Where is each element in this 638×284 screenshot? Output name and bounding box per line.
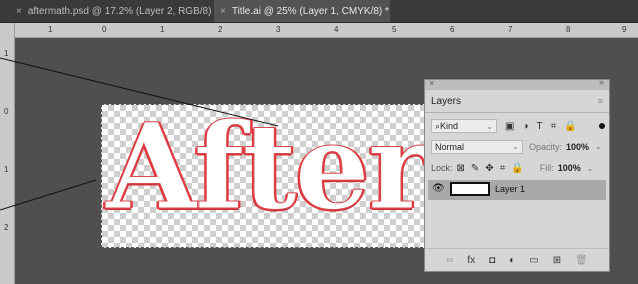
blend-mode-select[interactable]: Normal ⌄ — [431, 139, 523, 154]
lock-position-icon[interactable]: ✥ — [485, 163, 493, 174]
lock-all-icon[interactable]: 🔒 — [511, 163, 523, 174]
photoshop-window: × aftermath.psd @ 17.2% (Layer 2, RGB/8)… — [0, 0, 638, 284]
layer-row[interactable]: 👁 Layer 1 — [428, 180, 606, 200]
new-group-icon[interactable]: ▭ — [529, 255, 538, 266]
layer-thumbnail — [450, 182, 490, 196]
filter-toggle-switch[interactable] — [599, 123, 605, 129]
trash-icon[interactable]: 🗑 — [575, 255, 588, 266]
panel-bottom-toolbar: ∞ fx ◘ ◐ ▭ ⊞ 🗑 — [425, 248, 609, 271]
filter-kind-label: Kind — [440, 121, 459, 131]
fx-icon[interactable]: fx — [467, 255, 475, 266]
lock-artboard-icon[interactable]: ⌗ — [500, 163, 506, 174]
link-layers-icon[interactable]: ∞ — [446, 255, 453, 266]
lock-image-pixels-icon[interactable]: ✎ — [471, 163, 479, 174]
lock-transparent-pixels-icon[interactable]: ⊠ — [457, 163, 465, 174]
shape-layer-filter-icon[interactable]: ⌗ — [551, 121, 557, 132]
lock-fill-row: Lock: ⊠ ✎ ✥ ⌗ 🔒 Fill: 100% ⌄ — [431, 161, 605, 175]
adjustment-layer-icon[interactable]: ◐ — [509, 255, 515, 266]
panel-tab-row: Layers ≡ — [425, 90, 609, 113]
panel-titlebar[interactable]: × » — [425, 77, 609, 90]
opacity-label: Opacity: — [529, 141, 563, 152]
eye-icon[interactable]: 👁 — [432, 183, 445, 194]
tab-layers[interactable]: Layers — [431, 96, 461, 107]
type-layer-filter-icon[interactable]: T — [537, 121, 543, 132]
add-mask-icon[interactable]: ◘ — [489, 255, 495, 266]
layer-name[interactable]: Layer 1 — [495, 184, 525, 194]
blend-mode-value: Normal — [435, 141, 465, 152]
close-icon[interactable]: × — [429, 78, 434, 88]
callout-line-transparency — [0, 57, 279, 127]
new-layer-icon[interactable]: ⊞ — [553, 255, 561, 266]
pixel-layer-filter-icon[interactable]: ▣ — [505, 121, 514, 132]
lock-label: Lock: — [431, 163, 453, 173]
fill-label: Fill: — [539, 163, 554, 173]
layer-filter-row: ⌕ Kind ⌄ ▣ ◑ T ⌗ 🔒 — [431, 118, 593, 134]
collapse-icon[interactable]: » — [599, 77, 604, 87]
smart-object-filter-icon[interactable]: 🔒 — [564, 121, 576, 132]
filter-kind-select[interactable]: ⌕ Kind ⌄ — [431, 119, 497, 133]
blend-opacity-row: Normal ⌄ Opacity: 100% ⌄ — [431, 139, 605, 154]
chevron-down-icon: ⌄ — [486, 121, 493, 131]
layers-panel: × » Layers ≡ ⌕ Kind ⌄ ▣ ◑ T ⌗ 🔒 Normal ⌄ — [424, 77, 610, 272]
callout-line-outline — [0, 179, 97, 211]
fill-field[interactable]: 100% — [558, 163, 581, 173]
chevron-down-icon[interactable]: ⌄ — [595, 142, 602, 151]
adjustment-layer-filter-icon[interactable]: ◑ — [522, 121, 528, 132]
chevron-down-icon: ⌄ — [512, 142, 519, 151]
chevron-down-icon[interactable]: ⌄ — [587, 164, 594, 173]
opacity-field[interactable]: 100% — [566, 142, 589, 152]
panel-menu-icon[interactable]: ≡ — [598, 96, 603, 106]
